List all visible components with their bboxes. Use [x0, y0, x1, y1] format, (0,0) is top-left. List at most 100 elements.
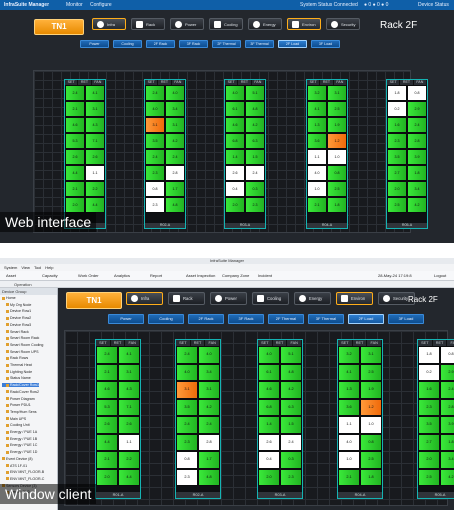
tab-power[interactable]: Power — [170, 18, 204, 30]
tree-item[interactable]: Home — [2, 296, 16, 300]
toolbar-analytics[interactable]: Analytics — [114, 271, 130, 281]
toolbar-asset-inspection[interactable]: Asset Inspection — [186, 271, 215, 281]
rack-slot-value: 3.4 — [198, 363, 220, 381]
tab-cooling[interactable]: Cooling — [209, 18, 243, 30]
rack-r04-a[interactable]: SET RET FAN 3.2 3.1 4.1 2.5 1.3 1.9 3.6 1.2 1.1 1.0 4… — [337, 339, 383, 499]
menu-configure[interactable]: Configure — [90, 0, 112, 10]
subtab-power[interactable]: Power — [80, 40, 109, 48]
tree-item[interactable]: Power PDU1 — [2, 403, 31, 407]
tree-item[interactable]: Energy / PUE 1B — [2, 437, 37, 441]
subtab-3f-rack[interactable]: 3F Rack — [228, 314, 264, 324]
menu-view[interactable]: View — [21, 265, 30, 270]
rack-slot-value: 2.3 — [145, 197, 165, 213]
subtab-2f-rack[interactable]: 2F Rack — [188, 314, 224, 324]
rack-slot-value: 1.1 — [85, 165, 105, 181]
menu-system[interactable]: System — [4, 265, 17, 270]
toolbar-company-zone[interactable]: Company Zone — [222, 271, 249, 281]
tab-environ[interactable]: Environ — [287, 18, 321, 30]
tree-item[interactable]: Rack Rows — [2, 356, 28, 360]
tree-item[interactable]: Smart Room Cooling — [2, 343, 43, 347]
tree-item[interactable]: Power Diagram — [2, 397, 35, 401]
tree-item[interactable]: Rack/Cover Row2 — [2, 390, 39, 394]
subtab-3f-load[interactable]: 3F Load — [388, 314, 424, 324]
room-button-tn1[interactable]: TN1 — [34, 19, 84, 35]
tab-security[interactable]: Security — [326, 18, 360, 30]
subtab-cooling[interactable]: Cooling — [113, 40, 142, 48]
tree-item[interactable]: Device Row1 — [2, 309, 31, 313]
subtab-3f-rack[interactable]: 3F Rack — [179, 40, 208, 48]
tree-item[interactable]: Smart Room UPS — [2, 350, 39, 354]
tree-item[interactable]: Energy / PUE 1C — [2, 443, 37, 447]
tab-cooling[interactable]: Cooling — [252, 292, 289, 305]
subtab-2f-rack[interactable]: 2F Rack — [146, 40, 175, 48]
rack-r03-a[interactable]: SET RET FAN 4.0 5.1 6.1 4.8 4.6 4.2 6.8 6.3 1.4 1.5 2… — [257, 339, 303, 499]
menu-monitor[interactable]: Monitor — [66, 0, 83, 10]
subtab-cooling[interactable]: Cooling — [148, 314, 184, 324]
menu-help[interactable]: Help — [45, 265, 53, 270]
folder-icon — [6, 450, 9, 454]
tree-item[interactable]: Main UPS — [2, 417, 26, 421]
rack-r04-a[interactable]: SET RET FAN 3.2 3.1 4.1 2.5 1.3 1.9 3.6 1.2 1.1 1.0 4… — [306, 79, 348, 229]
rack-r01-a[interactable]: SET RET FAN 2.4 4.1 2.1 3.1 4.6 4.3 5.3 7.1 2.6 2.6 4… — [95, 339, 141, 499]
tree-item[interactable]: Device Row2 — [2, 316, 31, 320]
tab-infra[interactable]: Infra — [92, 18, 126, 30]
rack-id-label: R04-A — [307, 223, 347, 228]
toolbar-asset[interactable]: Asset — [6, 271, 16, 281]
rack-r02-a[interactable]: SET RET FAN 2.4 4.0 4.0 3.4 3.1 3.1 3.5 4.2 2.4 2.4 2… — [144, 79, 186, 229]
rack-r05-a[interactable]: SETRETFAN1.80.80.22.91.62.42.32.83.53.92… — [417, 339, 454, 499]
tree-item[interactable]: Smart Rack — [2, 330, 29, 334]
tree-item[interactable]: Cooling Unit — [2, 423, 30, 427]
rack-slot-value: 2.0 — [387, 181, 407, 197]
rack-slot-value: 2.3 — [145, 165, 165, 181]
rack-slot-value: 1.0 — [307, 181, 327, 197]
tab-energy[interactable]: Energy — [294, 292, 331, 305]
toolbar-work-order[interactable]: Work Order — [78, 271, 99, 281]
tree-item[interactable]: ATS 1F-01 — [2, 464, 27, 468]
tab-power[interactable]: Power — [210, 292, 247, 305]
tab-rack[interactable]: Rack — [168, 292, 205, 305]
tree-item[interactable]: ENV MNT_FLOOR-C — [2, 477, 44, 481]
tree-item[interactable]: Rack/Cover Row1 — [2, 383, 39, 388]
subtab-2f-thermal[interactable]: 2F Thermal — [268, 314, 304, 324]
toolbar-incident[interactable]: Incident — [258, 271, 272, 281]
subtab-2f-load[interactable]: 2F Load — [278, 40, 307, 48]
tree-item-label: ENV MNT_FLOOR-B — [10, 470, 45, 475]
tab-environ[interactable]: Environ — [336, 292, 373, 305]
logout-button[interactable]: Logout — [434, 271, 446, 281]
tab-operation[interactable]: Operation — [14, 282, 32, 287]
subtab-2f-load[interactable]: 2F Load — [348, 314, 384, 324]
subtab-3f-thermal[interactable]: 3F Thermal — [308, 314, 344, 324]
tree-item[interactable]: Lighting Node — [2, 370, 32, 374]
tab-rack[interactable]: Rack — [131, 18, 165, 30]
rack-r05-a[interactable]: SETRETFAN1.80.80.22.91.62.42.32.83.53.92… — [386, 79, 428, 229]
tree-item[interactable]: Device Row3 — [2, 323, 31, 327]
rack-r03-a[interactable]: SET RET FAN 4.0 5.1 6.1 4.8 4.6 4.2 6.8 6.3 1.4 1.5 2… — [224, 79, 266, 229]
tab-label: Cooling — [224, 21, 238, 27]
tab-infra[interactable]: Infra — [126, 292, 163, 305]
tree-item[interactable]: Smart Room Rack — [2, 336, 39, 340]
rack-slot-value: 2.0 — [418, 451, 440, 469]
toolbar-capacity[interactable]: Capacity — [42, 271, 58, 281]
rack-r01-a[interactable]: SET RET FAN 2.4 4.1 2.1 3.1 4.6 4.3 5.3 7.1 2.6 2.6 4… — [64, 79, 106, 229]
tree-item[interactable]: My Org Node — [2, 303, 31, 307]
tab-energy[interactable]: Energy — [248, 18, 282, 30]
tree-item[interactable]: Event Device (8) — [2, 457, 33, 461]
tree-item[interactable]: Status Name — [2, 376, 31, 380]
tree-item[interactable]: Energy / PUE 1A — [2, 430, 37, 434]
device-status-link[interactable]: Device Status — [418, 0, 449, 10]
subtab-3f-thermal[interactable]: 3F Thermal — [245, 40, 274, 48]
subtab-power[interactable]: Power — [108, 314, 144, 324]
subtab-3f-load[interactable]: 3F Load — [311, 40, 340, 48]
menu-tool[interactable]: Tool — [34, 265, 41, 270]
room-button-tn1[interactable]: TN1 — [66, 292, 122, 309]
toolbar-report[interactable]: Report — [150, 271, 162, 281]
tree-item[interactable]: ENV MNT_FLOOR-B — [2, 470, 44, 474]
tree-item[interactable]: Thermal Heat — [2, 363, 32, 367]
tree-item-label: Device Row2 — [10, 316, 32, 321]
power-icon — [215, 295, 222, 302]
subtab-2f-thermal[interactable]: 2F Thermal — [212, 40, 241, 48]
rack-r02-a[interactable]: SET RET FAN 2.4 4.0 4.0 3.4 3.1 3.1 3.5 4.2 2.4 2.4 2… — [175, 339, 221, 499]
tree-item[interactable]: Temp/Hum Sens — [2, 410, 37, 414]
tree-item[interactable]: Energy / PUE 1D — [2, 450, 37, 454]
folder-icon — [6, 336, 9, 340]
